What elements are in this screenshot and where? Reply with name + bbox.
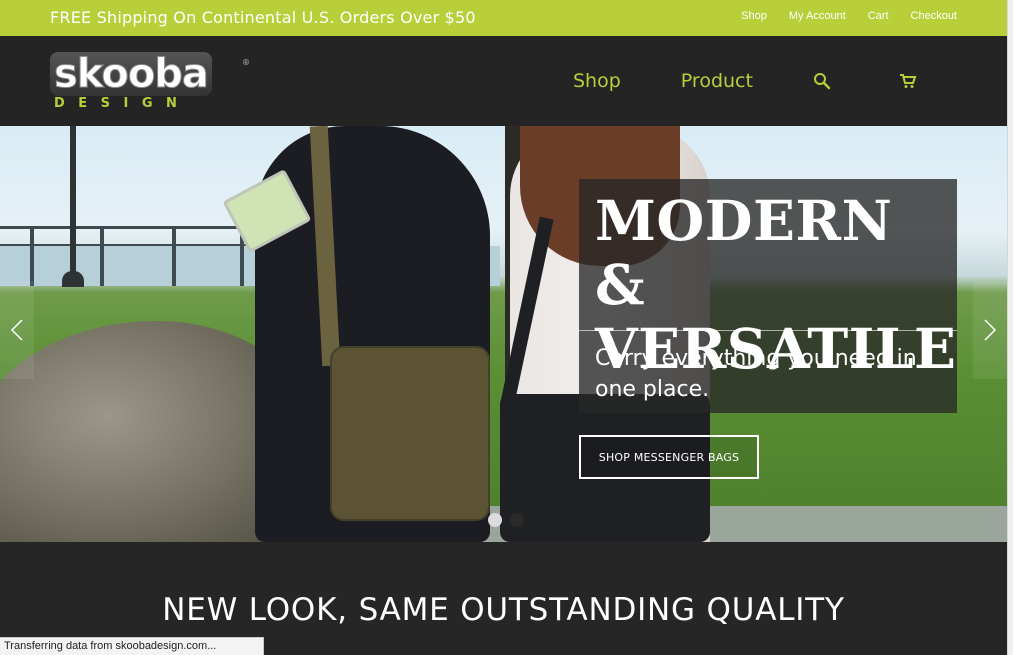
chevron-left-icon xyxy=(10,319,23,341)
skooba-logo[interactable]: skooba ® DESIGN xyxy=(50,52,250,112)
logo-subtext: DESIGN xyxy=(54,96,191,111)
site-header: skooba ® DESIGN Shop Product xyxy=(0,36,1007,126)
nav-shop[interactable]: Shop xyxy=(573,70,621,92)
hero-photo-railing xyxy=(0,226,260,229)
slider-dot-2[interactable] xyxy=(510,513,524,527)
hero-slider: MODERN & VERSATILE Carry everything you … xyxy=(0,126,1007,542)
top-links: Shop My Account Cart Checkout xyxy=(741,10,957,22)
logo-registered-mark: ® xyxy=(242,58,250,67)
search-icon[interactable] xyxy=(813,72,831,90)
slider-dot-1[interactable] xyxy=(488,513,502,527)
shop-messenger-bags-button[interactable]: SHOP MESSENGER BAGS xyxy=(579,435,759,479)
browser-status-bar: Transferring data from skoobadesign.com.… xyxy=(0,637,264,655)
chevron-right-icon xyxy=(984,319,997,341)
caption-divider xyxy=(579,330,957,331)
nav-product[interactable]: Product xyxy=(681,70,753,92)
cart-icon[interactable] xyxy=(899,72,917,90)
hero-caption: MODERN & VERSATILE Carry everything you … xyxy=(579,179,957,413)
top-link-cart[interactable]: Cart xyxy=(868,10,889,22)
section-headline: NEW LOOK, SAME OUTSTANDING QUALITY xyxy=(162,592,845,628)
slider-next-arrow[interactable] xyxy=(973,281,1007,379)
hero-photo-olive-bag xyxy=(330,346,490,521)
shipping-promo: FREE Shipping On Continental U.S. Orders… xyxy=(50,8,476,27)
logo-wordmark: skooba xyxy=(50,52,212,97)
top-link-shop[interactable]: Shop xyxy=(741,10,767,22)
page-scrollbar[interactable] xyxy=(1007,0,1013,655)
slider-dots xyxy=(488,513,524,527)
hero-title-line1: MODERN & xyxy=(595,188,893,317)
top-link-checkout[interactable]: Checkout xyxy=(911,10,957,22)
hero-subtitle: Carry everything you need in one place. xyxy=(595,346,917,402)
promo-bar: FREE Shipping On Continental U.S. Orders… xyxy=(0,0,1007,36)
hero-photo-lamppost xyxy=(70,126,76,286)
top-link-my-account[interactable]: My Account xyxy=(789,10,846,22)
main-nav: Shop Product xyxy=(573,70,917,92)
slider-prev-arrow[interactable] xyxy=(0,281,34,379)
